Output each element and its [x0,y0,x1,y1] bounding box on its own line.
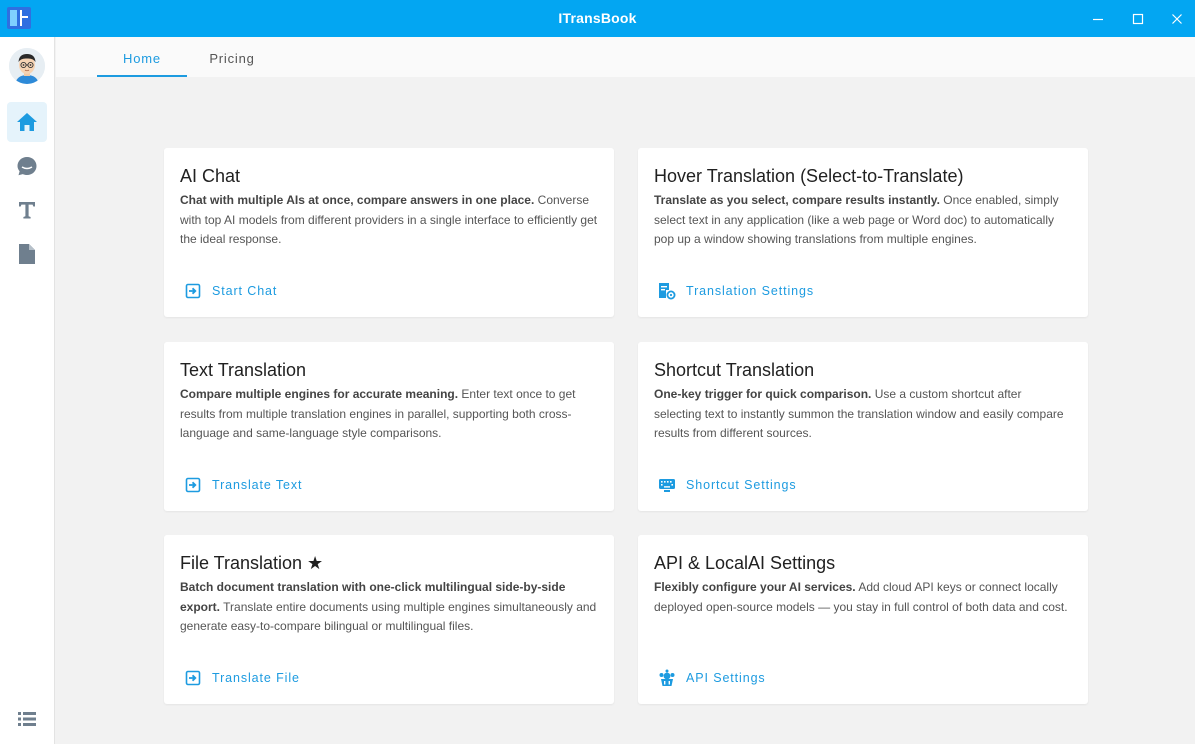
shortcut-settings-label: Shortcut Settings [686,478,797,492]
card-title: Hover Translation (Select-to-Translate) [654,166,964,186]
card-text-translation: Text Translation Compare multiple engine… [164,342,614,511]
translation-settings-button[interactable]: Translation Settings [658,282,814,300]
card-description: Compare multiple engines for accurate me… [180,385,598,444]
card-description: Translate as you select, compare results… [654,191,1072,250]
start-chat-button[interactable]: Start Chat [184,282,277,300]
sidebar-item-file[interactable] [7,234,47,274]
api-icon [658,669,676,687]
card-shortcut-translation: Shortcut Translation One-key trigger for… [638,342,1088,511]
app-title: ITransBook [558,10,637,26]
translate-file-button[interactable]: Translate File [184,669,300,687]
chat-bubble-icon [17,157,37,176]
card-body: Translate entire documents using multipl… [180,599,597,634]
tab-bar: Home Pricing [56,37,1195,77]
document-icon [19,244,35,264]
card-api-settings: API & LocalAI Settings Flexibly configur… [638,535,1088,704]
translate-text-label: Translate Text [212,478,303,492]
title-bar: ITransBook [0,0,1195,37]
sidebar [0,37,55,744]
user-avatar-icon [9,48,45,84]
minimize-icon [1093,18,1103,20]
shortcut-settings-button[interactable]: Shortcut Settings [658,476,797,494]
card-title: Shortcut Translation [654,360,815,380]
enter-arrow-icon [184,669,202,687]
close-button[interactable] [1157,0,1195,37]
card-description: One-key trigger for quick comparison. Us… [654,385,1072,444]
maximize-button[interactable] [1118,0,1158,37]
tab-home[interactable]: Home [97,37,187,77]
sidebar-item-home[interactable] [7,102,47,142]
maximize-icon [1132,13,1144,24]
tab-pricing[interactable]: Pricing [187,37,277,77]
card-lead: One-key trigger for quick comparison. [654,387,872,401]
close-icon [1172,13,1182,24]
keyboard-icon [658,476,676,494]
home-icon [17,113,37,131]
api-settings-button[interactable]: API Settings [658,669,766,687]
card-hover-translation: Hover Translation (Select-to-Translate) … [638,148,1088,317]
translate-file-label: Translate File [212,671,300,685]
card-ai-chat: AI Chat Chat with multiple AIs at once, … [164,148,614,317]
card-title: API & LocalAI Settings [654,553,836,573]
card-title: File Translation ★ [180,553,324,573]
sidebar-item-chat[interactable] [7,146,47,186]
card-description: Flexibly configure your AI services. Add… [654,578,1072,617]
settings-document-icon [658,282,676,300]
list-menu-icon [18,712,36,726]
start-chat-label: Start Chat [212,284,278,298]
enter-arrow-icon [184,282,202,300]
translate-text-button[interactable]: Translate Text [184,476,302,494]
text-t-icon [19,202,35,219]
avatar[interactable] [9,48,45,84]
card-file-translation: File Translation ★ Batch document transl… [164,535,614,704]
sidebar-menu-button[interactable] [7,699,47,739]
card-title: Text Translation [180,360,307,380]
card-title: AI Chat [180,166,241,186]
card-lead: Chat with multiple AIs at once, compare … [180,193,535,207]
enter-arrow-icon [184,476,202,494]
card-description: Batch document translation with one-clic… [180,578,598,637]
card-description: Chat with multiple AIs at once, compare … [180,191,598,250]
api-settings-label: API Settings [686,671,766,685]
sidebar-item-text[interactable] [7,190,47,230]
card-lead: Compare multiple engines for accurate me… [180,387,459,401]
card-lead: Translate as you select, compare results… [654,193,940,207]
card-lead: Flexibly configure your AI services. [654,580,856,594]
minimize-button[interactable] [1078,0,1118,37]
translation-settings-label: Translation Settings [686,284,815,298]
